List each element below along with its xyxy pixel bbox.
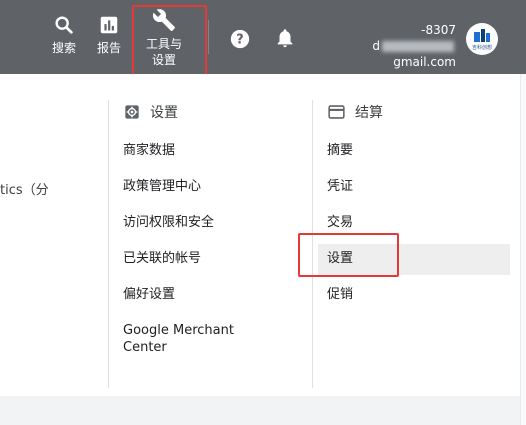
account-phone: -8307 bbox=[421, 23, 456, 37]
settings-column-title: 设置 bbox=[150, 105, 178, 121]
search-icon bbox=[55, 16, 73, 34]
menu-item-google-merchant-center[interactable]: Google Merchant Center bbox=[123, 322, 253, 356]
help-circle-icon: ? bbox=[230, 29, 250, 49]
search-button[interactable]: 搜索 bbox=[52, 14, 76, 56]
notifications-button[interactable] bbox=[274, 26, 296, 54]
menu-item-summary[interactable]: 摘要 bbox=[327, 142, 353, 159]
menu-item-transactions[interactable]: 交易 bbox=[327, 214, 353, 231]
billing-settings-highlight-box bbox=[298, 233, 399, 277]
menu-item-documents[interactable]: 凭证 bbox=[327, 178, 353, 195]
menu-item-merchant-data[interactable]: 商家数据 bbox=[123, 142, 175, 159]
account-email-prefix: d bbox=[372, 39, 380, 53]
redacted-block bbox=[382, 41, 454, 52]
reports-button[interactable]: 报告 bbox=[97, 14, 121, 56]
brand-logo-icon bbox=[474, 29, 490, 42]
scrollbar-track[interactable] bbox=[520, 74, 526, 425]
page-background-strip bbox=[0, 396, 526, 425]
toolbar-divider bbox=[208, 20, 209, 54]
billing-column-header: 结算 bbox=[328, 102, 383, 122]
reports-label: 报告 bbox=[97, 41, 122, 55]
menu-item-access-and-security[interactable]: 访问权限和安全 bbox=[123, 214, 214, 231]
menu-item-promotions[interactable]: 促销 bbox=[327, 286, 353, 303]
settings-column-header: 设置 bbox=[124, 102, 178, 122]
avatar-text: 吉科创想 bbox=[471, 45, 492, 51]
menu-item-preferences[interactable]: 偏好设置 bbox=[123, 286, 175, 303]
menu-item-policy-manager[interactable]: 政策管理中心 bbox=[123, 178, 201, 195]
svg-text:?: ? bbox=[236, 33, 243, 48]
search-label: 搜索 bbox=[52, 41, 77, 55]
credit-card-icon bbox=[328, 105, 345, 119]
menu-item-linked-accounts[interactable]: 已关联的帐号 bbox=[123, 250, 201, 267]
avatar[interactable]: 吉科创想 bbox=[466, 23, 498, 55]
bar-chart-icon bbox=[100, 16, 118, 34]
column-divider-1 bbox=[108, 100, 109, 388]
account-email: d gmail.com bbox=[372, 39, 456, 69]
account-email-suffix: gmail.com bbox=[393, 55, 456, 69]
partial-menu-item[interactable]: tics（分 bbox=[0, 179, 49, 198]
account-info[interactable]: -8307 d gmail.com bbox=[316, 22, 456, 70]
top-navigation-bar: 搜索 报告 工具与 设置 ? -8307 dgmail.com 吉科创想 bbox=[0, 0, 526, 74]
billing-column-title: 结算 bbox=[355, 105, 383, 121]
help-button[interactable]: ? bbox=[229, 28, 251, 54]
tools-highlight-box bbox=[132, 5, 207, 81]
gear-icon bbox=[125, 105, 139, 119]
bell-icon bbox=[277, 29, 293, 48]
tools-dropdown-panel bbox=[0, 74, 520, 396]
